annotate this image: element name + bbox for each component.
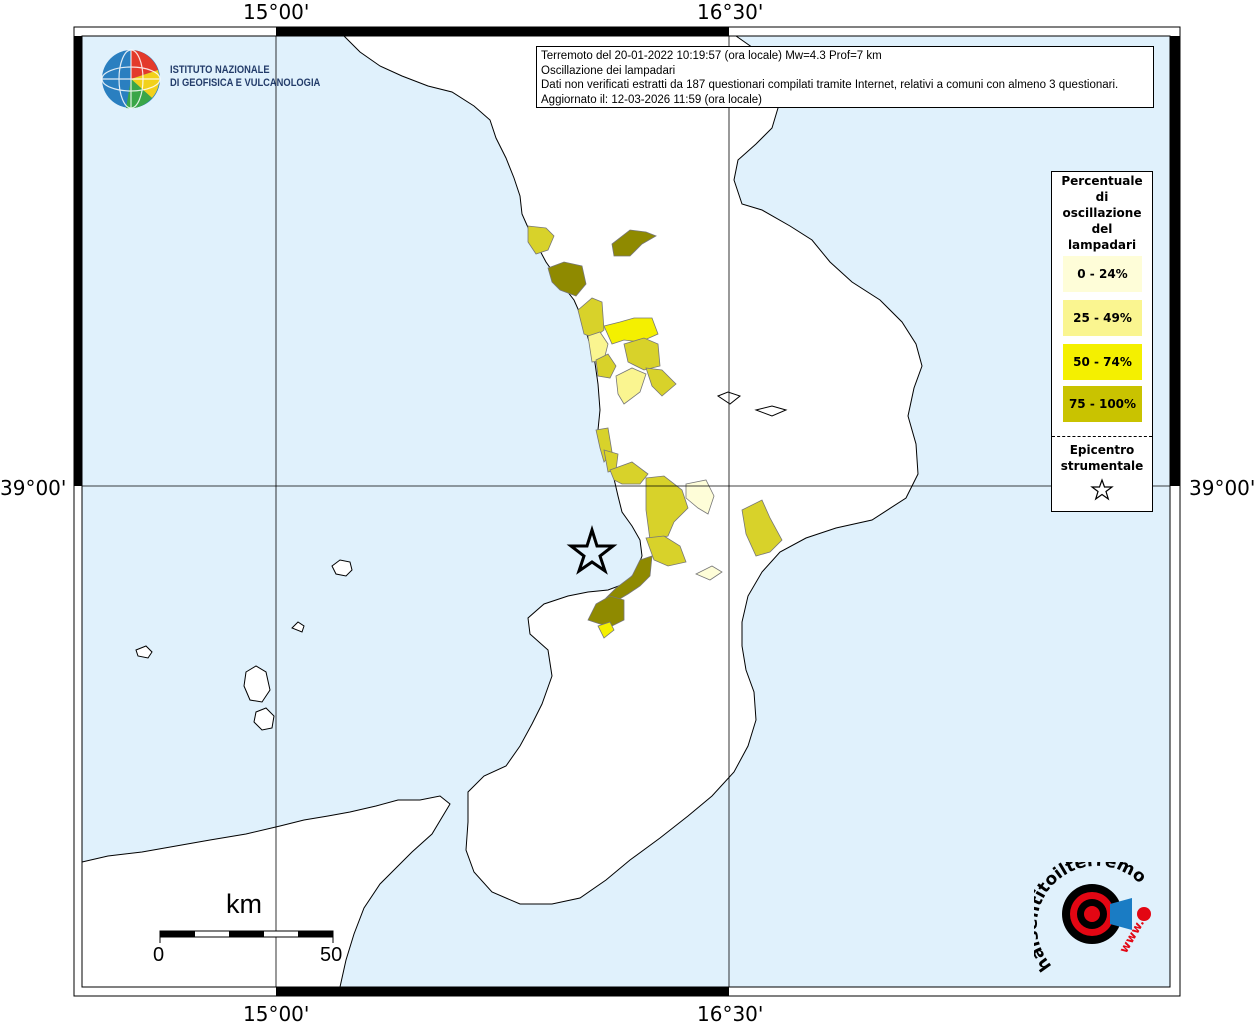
lat-label-left: 39°00' <box>0 476 67 500</box>
info-line-updated: Aggiornato il: 12-03-2026 11:59 (ora loc… <box>541 93 762 106</box>
lon-label-top-left: 15°00' <box>243 0 310 24</box>
info-line-type: Oscillazione dei lampadari <box>541 64 676 77</box>
event-info-box: Terremoto del 20-01-2022 10:19:57 (ora l… <box>536 46 1154 108</box>
legend-title: Percentuale di oscillazione del lampadar… <box>1052 172 1152 253</box>
legend-box: Percentuale di oscillazione del lampadar… <box>1051 171 1153 512</box>
scale-max: 50 <box>320 944 343 966</box>
legend-epicenter-line: strumentale <box>1060 459 1144 473</box>
ingv-line1: ISTITUTO NAZIONALE <box>170 64 270 76</box>
legend-item-0-24: 0 - 24% <box>1063 256 1142 292</box>
legend-item-75-100: 75 - 100% <box>1063 386 1142 422</box>
legend-item-25-49: 25 - 49% <box>1063 300 1142 336</box>
scale-unit: km <box>226 889 262 919</box>
ingv-logo-text: ISTITUTO NAZIONALE DI GEOFISICA E VULCAN… <box>170 64 320 90</box>
legend-epicenter-label: Epicentro strumentale <box>1052 442 1152 474</box>
legend-title-line: Percentuale <box>1061 174 1143 188</box>
legend-star-icon <box>1090 478 1114 501</box>
scale-min: 0 <box>153 944 165 966</box>
legend-title-line: del <box>1091 222 1113 236</box>
hsit-logo-icon: haisentitoilterremoto.it www. <box>1034 862 1151 975</box>
lon-label-bottom-left: 15°00' <box>243 1002 310 1026</box>
ingv-line2: DI GEOFISICA E VULCANOLOGIA <box>170 77 321 89</box>
legend-epicenter-line: Epicentro <box>1069 443 1135 457</box>
legend-item-50-74: 50 - 74% <box>1063 344 1142 380</box>
lon-label-bottom-right: 16°30' <box>697 1002 764 1026</box>
legend-title-line: di <box>1095 190 1109 204</box>
lat-label-right: 39°00' <box>1189 476 1254 500</box>
lon-label-top-right: 16°30' <box>697 0 764 24</box>
legend-separator <box>1052 436 1152 437</box>
legend-title-line: lampadari <box>1067 238 1137 252</box>
info-line-data: Dati non verificati estratti da 187 ques… <box>541 79 1119 91</box>
ingv-globe-icon <box>101 49 161 109</box>
info-line-event: Terremoto del 20-01-2022 10:19:57 (ora l… <box>541 50 882 62</box>
legend-title-line: oscillazione <box>1062 206 1142 220</box>
